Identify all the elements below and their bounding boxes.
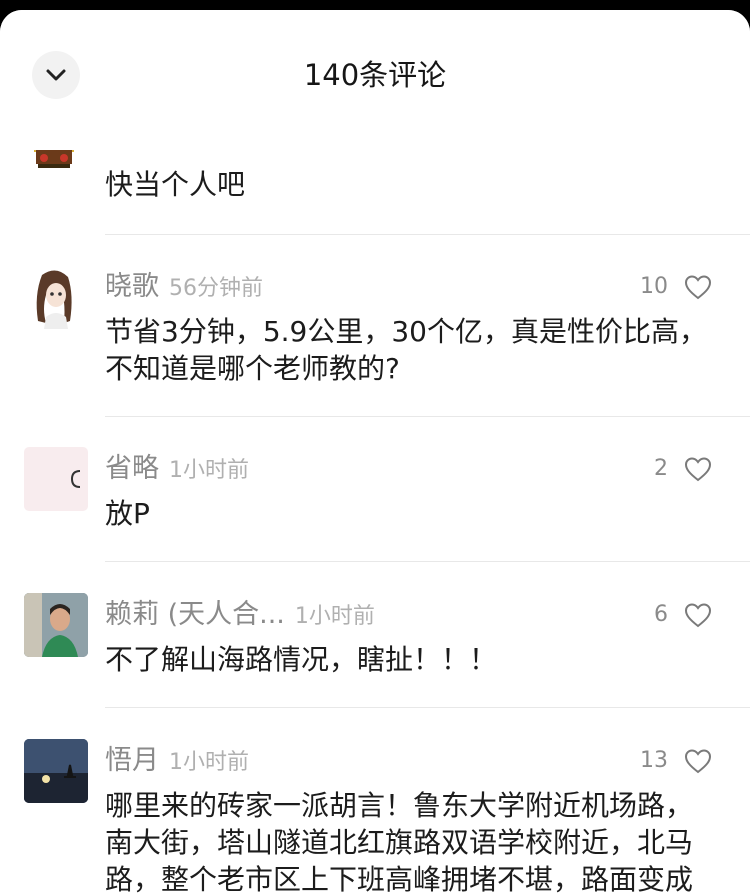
- heart-outline-icon[interactable]: [684, 602, 712, 628]
- divider: [105, 234, 750, 235]
- comments-header: 140条评论: [0, 10, 750, 130]
- divider: [105, 416, 750, 417]
- comment-text: 哪里来的砖家一派胡言！鲁东大学附近机场路，南大街，塔山隧道北红旗路双语学校附近，…: [105, 787, 715, 893]
- commenter-name-text[interactable]: 晓歌: [105, 271, 159, 302]
- comment-text-body: 哪里来的砖家一派胡言！鲁东大学附近机场路，南大街，塔山隧道北红旗路双语学校附近，…: [105, 789, 694, 893]
- comment-time: 1小时前: [169, 750, 249, 775]
- commenter-name[interactable]: 赖莉 (天人合... 1小时前: [105, 598, 375, 634]
- divider: [105, 561, 750, 562]
- commenter-name-text[interactable]: 悟月: [105, 745, 159, 776]
- like-count: 2: [654, 456, 668, 481]
- avatar[interactable]: [24, 447, 88, 511]
- commenter-name[interactable]: 晓歌 56分钟前: [105, 270, 263, 306]
- comment-list[interactable]: 快当个人吧 晓歌 56分钟前 10 节省3分钟，5.9公里，30个亿，真是性价比…: [0, 130, 750, 893]
- heart-outline-icon[interactable]: [684, 456, 712, 482]
- scroll-mask: [0, 130, 750, 150]
- comments-sheet: 140条评论 快当个人吧 晓歌 56分钟前 10 节省3分钟，5.9公里，30个…: [0, 10, 750, 893]
- comment-text: 节省3分钟，5.9公里，30个亿，真是性价比高，不知道是哪个老师教的?: [105, 315, 707, 385]
- comment-count-title: 140条评论: [303, 58, 447, 92]
- like-count: 6: [654, 602, 668, 627]
- comment-time: 1小时前: [294, 604, 375, 629]
- comment-time: 56分钟前: [169, 276, 263, 301]
- commenter-name-text[interactable]: 省略: [105, 453, 159, 484]
- comment-text: 不了解山海路情况，瞎扯！！！: [105, 643, 498, 676]
- comment-text: 放P: [105, 497, 150, 530]
- heart-outline-icon[interactable]: [684, 274, 712, 300]
- divider: [105, 707, 750, 708]
- comment-time: 1小时前: [169, 458, 249, 483]
- avatar[interactable]: [24, 593, 88, 657]
- avatar[interactable]: [24, 739, 88, 803]
- comment-text: 快当个人吧: [105, 168, 246, 201]
- like-count: 13: [640, 748, 668, 773]
- heart-outline-icon[interactable]: [684, 748, 712, 774]
- like-count: 10: [640, 274, 668, 299]
- commenter-name-text[interactable]: 赖莉 (天人合...: [105, 599, 285, 630]
- commenter-name[interactable]: 省略 1小时前: [105, 452, 249, 488]
- avatar[interactable]: [24, 265, 88, 329]
- commenter-name[interactable]: 悟月 1小时前: [105, 744, 249, 780]
